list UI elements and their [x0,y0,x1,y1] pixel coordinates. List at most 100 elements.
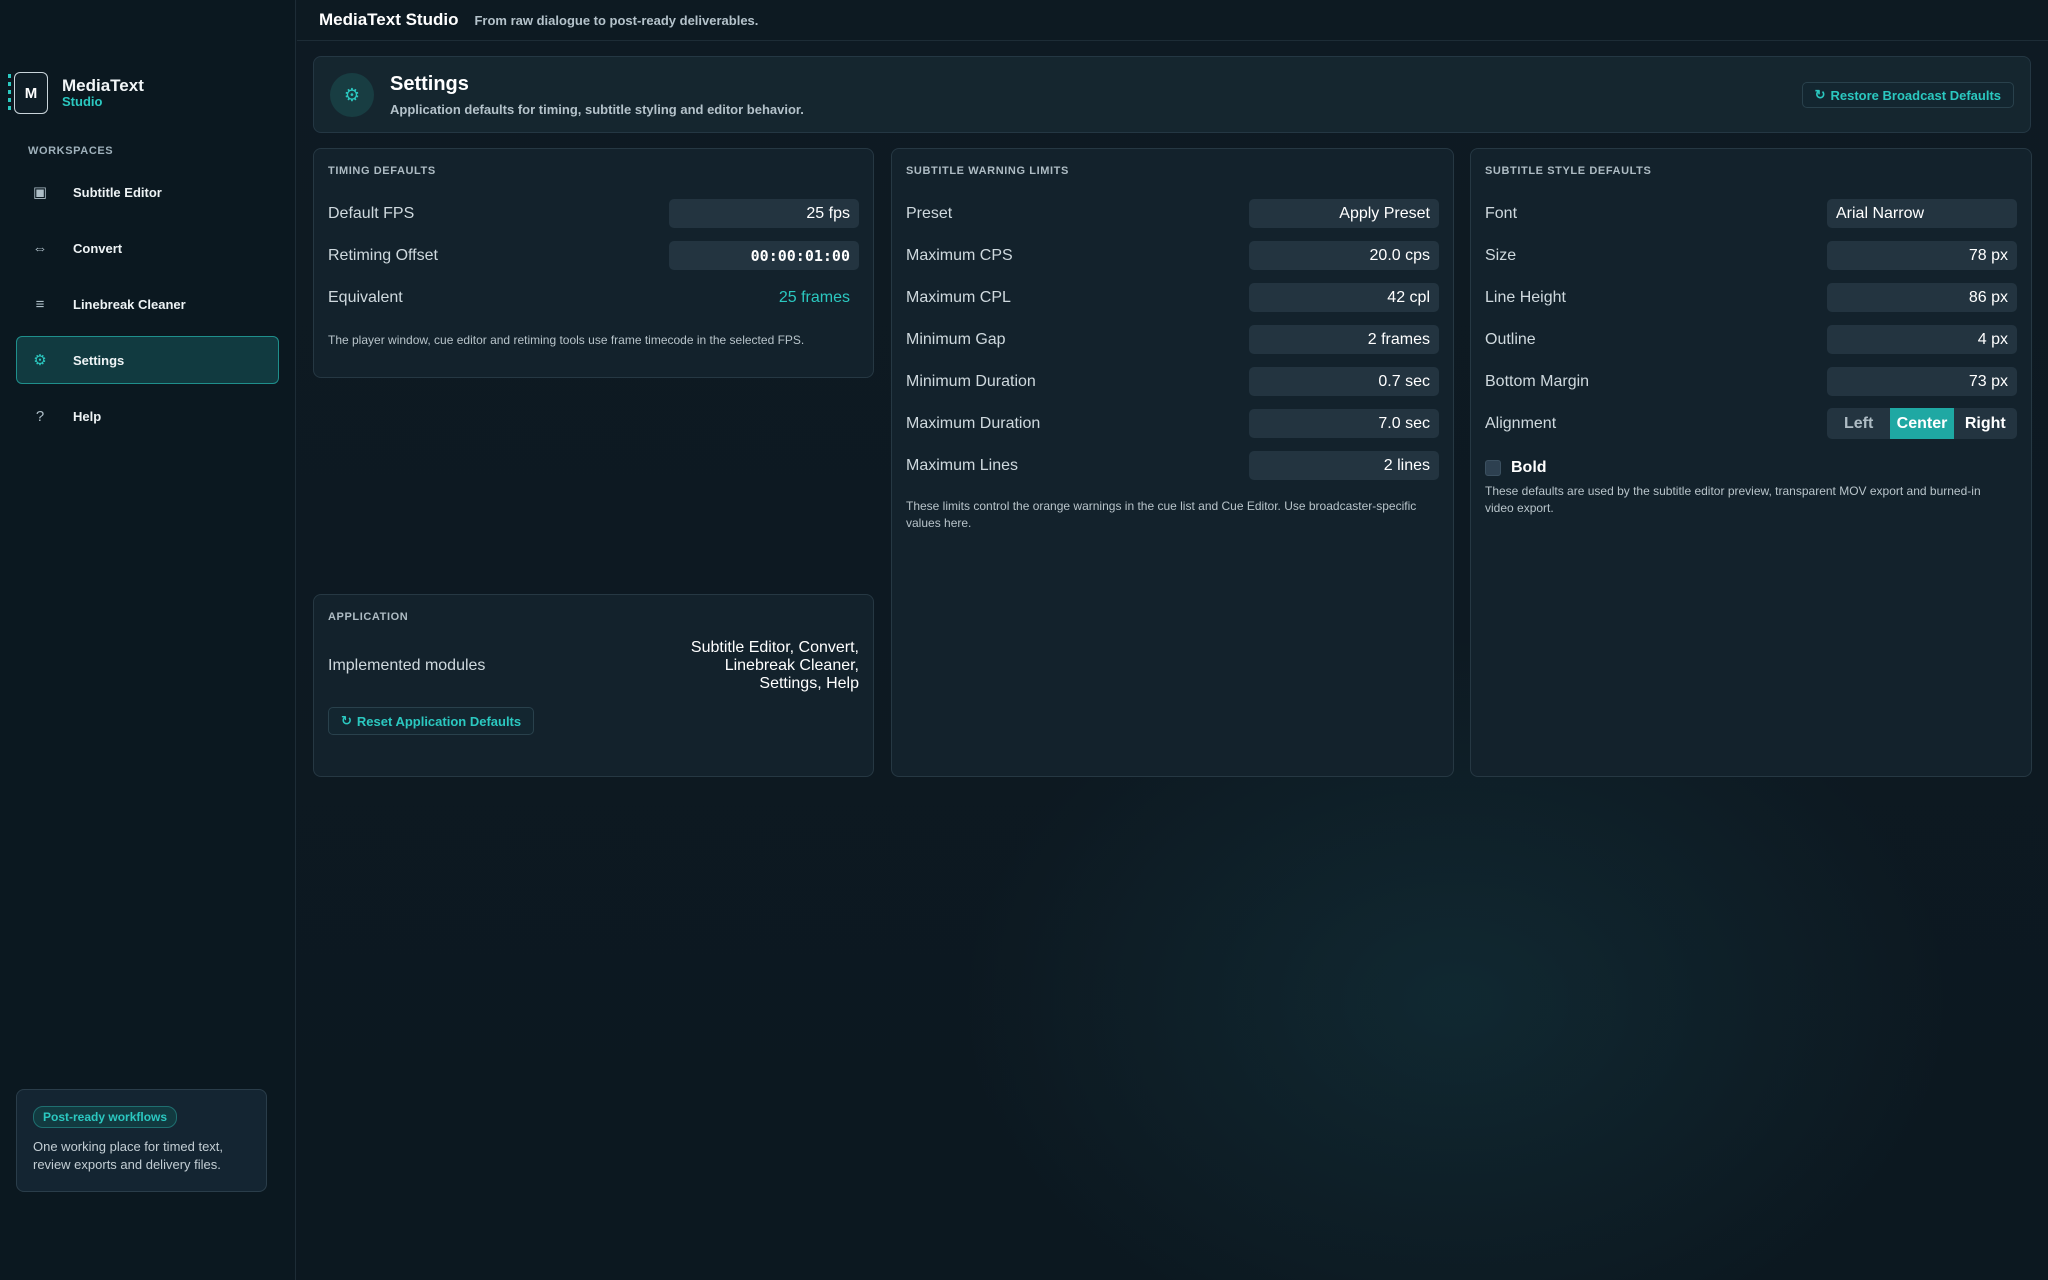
bottom-margin-input[interactable]: 73 px [1827,367,2017,396]
row-label: Preset [906,204,953,222]
panel-title: SUBTITLE STYLE DEFAULTS [1485,165,1652,177]
minimum-duration-input[interactable]: 0.7 sec [1249,367,1439,396]
brand-logo: M [14,72,48,114]
alignment-segmented-control: Left Center Right [1827,408,2017,439]
gear-icon: ⚙ [33,352,47,369]
workspace-nav: ▣ Subtitle Editor ⇔ Convert ≡ Linebreak … [16,168,279,448]
line-height-input[interactable]: 86 px [1827,283,2017,312]
minimum-gap-input[interactable]: 2 frames [1249,325,1439,354]
row-label: Outline [1485,330,1536,348]
sidebar-item-settings[interactable]: ⚙ Settings [16,336,279,384]
warnings-note: These limits control the orange warnings… [906,499,1417,530]
sidebar: M MediaText Studio WORKSPACES ▣ Subtitle… [0,0,296,1280]
refresh-icon: ↻ [341,713,352,728]
size-row: Size 78 px [1485,240,2017,271]
maximum-cpl-input[interactable]: 42 cpl [1249,283,1439,312]
brand-accent-dots [8,74,11,114]
row-label: Equivalent [328,288,403,306]
convert-arrows-icon: ⇔ [32,239,48,257]
sidebar-item-linebreak-cleaner[interactable]: ≡ Linebreak Cleaner [16,280,279,328]
row-label: Maximum CPS [906,246,1013,264]
preset-row: Preset Apply Preset [906,198,1439,229]
font-row: Font Arial Narrow [1485,198,2017,229]
restore-button-label: Restore Broadcast Defaults [1830,87,2002,103]
row-label: Line Height [1485,288,1566,306]
nav-heading: WORKSPACES [28,145,114,157]
modules-value: Subtitle Editor, Convert, Linebreak Clea… [690,639,859,692]
sidebar-item-subtitle-editor[interactable]: ▣ Subtitle Editor [16,168,279,216]
row-label: Retiming Offset [328,246,438,264]
subtitle-editor-icon: ▣ [32,184,48,201]
page-description: Application defaults for timing, subtitl… [390,102,804,117]
page-title: Settings [390,73,469,95]
row-label: Minimum Duration [906,372,1036,390]
subtitle-style-defaults-panel: SUBTITLE STYLE DEFAULTS Font Arial Narro… [1470,148,2032,777]
alignment-center-button[interactable]: Center [1890,408,1954,439]
default-fps-row: Default FPS 25 fps [328,198,859,229]
line-height-row: Line Height 86 px [1485,282,2017,313]
sidebar-item-label: Convert [73,240,123,256]
bold-checkbox[interactable] [1485,460,1501,476]
app-tagline: From raw dialogue to post-ready delivera… [474,12,759,28]
retiming-offset-row: Retiming Offset 00:00:01:00 [328,240,859,271]
row-label: Alignment [1485,414,1557,432]
row-label: Maximum Duration [906,414,1041,432]
apply-preset-select[interactable]: Apply Preset [1249,199,1439,228]
lines-icon: ≡ [35,295,45,313]
maximum-cpl-row: Maximum CPL 42 cpl [906,282,1439,313]
maximum-duration-row: Maximum Duration 7.0 sec [906,408,1439,439]
reset-application-defaults-button[interactable]: ↻ Reset Application Defaults [328,707,535,735]
question-icon: ? [35,407,45,425]
maximum-lines-input[interactable]: 2 lines [1249,451,1439,480]
maximum-cps-row: Maximum CPS 20.0 cps [906,240,1439,271]
style-note: These defaults are used by the subtitle … [1485,484,1981,515]
restore-broadcast-defaults-button[interactable]: ↻ Restore Broadcast Defaults [1801,82,2014,108]
outline-row: Outline 4 px [1485,324,2017,355]
brand[interactable]: M MediaText Studio [8,72,144,114]
maximum-duration-input[interactable]: 7.0 sec [1249,409,1439,438]
maximum-cps-input[interactable]: 20.0 cps [1249,241,1439,270]
implemented-modules-row: Implemented modules Subtitle Editor, Con… [328,639,859,693]
panel-title: SUBTITLE WARNING LIMITS [906,165,1069,177]
minimum-gap-row: Minimum Gap 2 frames [906,324,1439,355]
row-label: Maximum Lines [906,456,1019,474]
gear-icon: ⚙ [330,73,374,117]
row-label: Font [1485,204,1518,222]
outline-input[interactable]: 4 px [1827,325,2017,354]
font-select[interactable]: Arial Narrow [1827,199,2017,228]
top-bar: MediaText Studio From raw dialogue to po… [297,0,2048,41]
default-fps-select[interactable]: 25 fps [669,199,859,228]
brand-text: MediaText Studio [62,76,144,110]
subtitle-warning-limits-panel: SUBTITLE WARNING LIMITS Preset Apply Pre… [891,148,1454,777]
application-panel: APPLICATION Implemented modules Subtitle… [313,594,874,777]
panel-title: TIMING DEFAULTS [328,165,436,177]
minimum-duration-row: Minimum Duration 0.7 sec [906,366,1439,397]
sidebar-item-help[interactable]: ? Help [16,392,279,440]
brand-name: MediaText [62,75,144,95]
equivalent-row: Equivalent 25 frames [328,282,859,313]
promo-text: One working place for timed text, review… [33,1139,224,1172]
row-label: Size [1485,246,1517,264]
promo-card: Post-ready workflows One working place f… [16,1089,267,1192]
brand-sub: Studio [62,94,103,110]
alignment-row: Alignment Left Center Right [1485,408,2017,439]
panel-title: APPLICATION [328,611,409,623]
sidebar-item-label: Subtitle Editor [73,184,162,200]
settings-header: ⚙ Settings Application defaults for timi… [313,56,2031,133]
promo-badge: Post-ready workflows [33,1106,178,1128]
row-label: Implemented modules [328,657,486,674]
bold-option: Bold [1485,459,1547,477]
retiming-offset-input[interactable]: 00:00:01:00 [669,241,859,270]
row-label: Minimum Gap [906,330,1006,348]
bold-label: Bold [1511,459,1547,476]
sidebar-item-label: Linebreak Cleaner [73,296,186,312]
row-label: Maximum CPL [906,288,1011,306]
timing-defaults-panel: TIMING DEFAULTS Default FPS 25 fps Retim… [313,148,874,378]
sidebar-item-convert[interactable]: ⇔ Convert [16,224,279,272]
reset-button-label: Reset Application Defaults [356,713,522,729]
sidebar-item-label: Help [73,408,102,424]
alignment-right-button[interactable]: Right [1954,408,2017,439]
alignment-left-button[interactable]: Left [1827,408,1890,439]
sidebar-item-label: Settings [73,352,125,368]
size-input[interactable]: 78 px [1827,241,2017,270]
